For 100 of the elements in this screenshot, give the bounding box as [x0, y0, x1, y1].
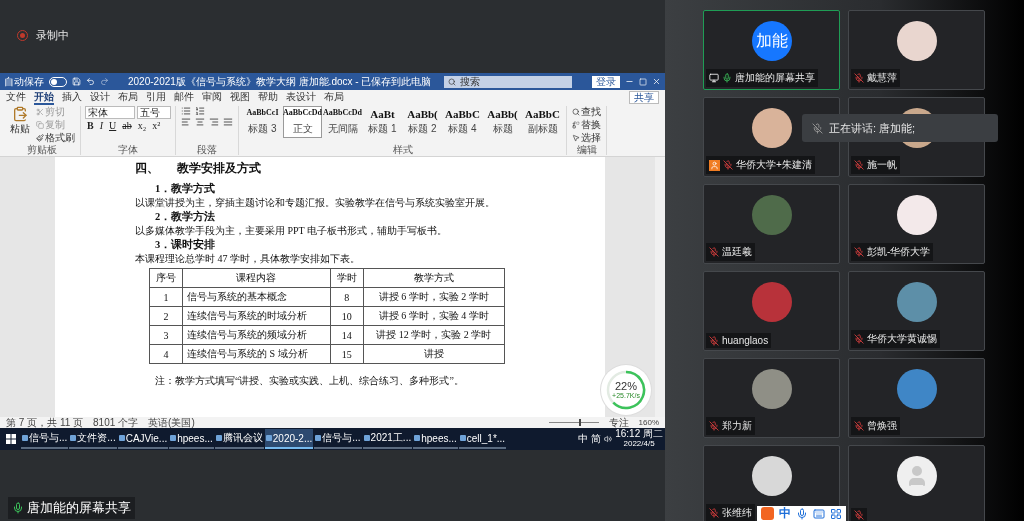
ime-indicator[interactable]: 中 — [578, 432, 589, 446]
search-icon — [572, 108, 580, 116]
voice-input-icon[interactable] — [796, 507, 808, 520]
group-label: 样式 — [391, 144, 414, 155]
ribbon-tab[interactable]: 表设计 — [286, 90, 316, 105]
paste-button[interactable]: 粘贴 — [8, 106, 32, 136]
search-field[interactable]: 搜索 — [444, 75, 573, 88]
italic-button[interactable]: I — [97, 120, 105, 132]
style-option[interactable]: AaBt 标题 1 — [363, 106, 402, 138]
style-option[interactable]: AaBb( 标题 — [483, 106, 522, 138]
replace-button[interactable]: 替换 — [571, 119, 602, 131]
clipboard-icon — [12, 106, 28, 122]
select-button[interactable]: 选择 — [571, 132, 602, 144]
align-center-icon[interactable] — [194, 117, 206, 127]
keyboard-icon[interactable] — [813, 507, 825, 520]
focus-button[interactable]: 专注 — [608, 417, 629, 428]
clock[interactable]: 16:12 周二 2022/4/5 — [615, 429, 663, 449]
close-icon[interactable] — [652, 77, 661, 86]
style-option[interactable]: AaBb( 标题 2 — [403, 106, 442, 138]
volume-icon[interactable] — [604, 435, 613, 443]
find-button[interactable]: 查找 — [571, 106, 602, 118]
ime-logo-icon[interactable] — [761, 507, 774, 520]
recording-label: 录制中 — [36, 28, 69, 43]
align-right-icon[interactable] — [208, 117, 220, 127]
subsection-title: 1．教学方式 — [155, 182, 217, 196]
share-name: 唐加能的屏幕共享 — [27, 499, 131, 517]
heading-number: 四、 — [135, 160, 159, 177]
ribbon-tab[interactable]: 视图 — [230, 90, 250, 105]
windows-logo-icon[interactable] — [6, 434, 16, 444]
taskbar-app[interactable]: hpees... — [413, 429, 458, 449]
bold-button[interactable]: B — [85, 120, 96, 132]
justify-icon[interactable] — [222, 117, 234, 127]
style-option[interactable]: AaBbCcDd 无间隔 — [323, 106, 362, 138]
ribbon-tab[interactable]: 布局 — [324, 90, 344, 105]
taskbar-app[interactable]: 文件资... — [69, 429, 117, 449]
format-painter-button[interactable]: 格式刷 — [35, 132, 76, 144]
mic-icon — [12, 502, 24, 514]
table-cell: 讲授 — [363, 344, 505, 364]
share-button[interactable]: 共享 — [629, 91, 659, 104]
table-cell: 10 — [330, 306, 364, 326]
undo-icon[interactable] — [86, 77, 95, 86]
ribbon-tab[interactable]: 引用 — [146, 90, 166, 105]
table-cell: 1 — [149, 287, 183, 307]
ribbon-tab[interactable]: 帮助 — [258, 90, 278, 105]
ribbon-tab[interactable]: 插入 — [62, 90, 82, 105]
table-cell: 4 — [149, 344, 183, 364]
zoom-level: 160% — [638, 417, 659, 428]
taskbar-app[interactable]: 腾讯会议 — [214, 429, 264, 449]
sign-in-button[interactable]: 登录 — [592, 75, 620, 88]
table-cell: 连续信号与系统的频域分析 — [182, 325, 331, 345]
taskbar-app[interactable]: cell_1*... — [458, 429, 507, 449]
save-icon[interactable] — [72, 77, 81, 86]
style-option[interactable]: AaBbC 标题 4 — [443, 106, 482, 138]
autosave-label: 自动保存 — [4, 76, 44, 87]
ribbon-tab[interactable]: 审阅 — [202, 90, 222, 105]
subscript-button[interactable]: x₂ — [135, 120, 149, 132]
table-header: 课程内容 — [182, 268, 331, 288]
language-status: 英语(美国) — [148, 417, 195, 428]
superscript-button[interactable]: x² — [150, 120, 163, 132]
group-label: 剪贴板 — [26, 144, 58, 155]
page-count: 第 7 页，共 11 页 — [6, 417, 84, 428]
participant-name: 唐加能的屏幕共享 — [735, 71, 815, 85]
paragraph: 以多媒体教学手段为主，主要采用 PPT 电子板书形式，辅助手写板书。 — [135, 224, 449, 238]
ribbon-tab[interactable]: 设计 — [90, 90, 110, 105]
font-name-field[interactable]: 宋体 — [85, 106, 135, 119]
group-label: 段落 — [196, 144, 218, 155]
maximize-icon[interactable] — [639, 77, 647, 86]
numbered-list-icon[interactable] — [194, 106, 206, 116]
group-label: 编辑 — [575, 144, 598, 155]
taskbar-app[interactable]: 信号与... — [21, 429, 69, 449]
ime-mode[interactable]: 简 — [591, 432, 602, 446]
speaking-text: 正在讲话: 唐加能; — [829, 120, 916, 136]
style-option[interactable]: AaBbCcI 标题 3 — [243, 106, 282, 138]
ribbon-tab[interactable]: 邮件 — [174, 90, 194, 105]
participant-name: 温廷羲 — [722, 245, 752, 259]
ribbon-tab[interactable]: 布局 — [118, 90, 138, 105]
taskbar-app[interactable]: 2020-2... — [264, 429, 314, 449]
mic-muted-icon — [812, 122, 823, 134]
align-left-icon[interactable] — [180, 117, 192, 127]
font-size-field[interactable]: 五号 — [137, 106, 171, 119]
percent-text: 22% — [615, 381, 637, 392]
ime-mode[interactable]: 中 — [779, 505, 791, 521]
table-note: 注：教学方式填写“讲授、实验或实践、上机、综合练习、多种形式”。 — [155, 374, 465, 388]
taskbar-app[interactable]: hpees... — [169, 429, 214, 449]
taskbar-app[interactable]: 信号与... — [314, 429, 362, 449]
ribbon-tab[interactable]: 文件 — [6, 90, 26, 105]
taskbar-app[interactable]: 2021工... — [362, 429, 413, 449]
style-option[interactable]: AaBbC 副标题 — [523, 106, 562, 138]
style-option[interactable]: AaBbCcDd 正文 — [283, 106, 322, 138]
participant-name: 戴慧萍 — [867, 71, 897, 85]
redo-icon[interactable] — [100, 77, 109, 86]
paintbrush-icon — [36, 134, 44, 142]
pointer-icon — [572, 134, 580, 142]
taskbar-app[interactable]: CAJVie... — [117, 429, 169, 449]
strikethrough-button[interactable]: ab — [120, 120, 134, 132]
table-header: 序号 — [149, 268, 183, 288]
grid-icon[interactable] — [830, 507, 842, 520]
bullet-list-icon[interactable] — [180, 106, 192, 116]
table-cell: 8 — [330, 287, 364, 307]
underline-button[interactable]: U — [107, 120, 119, 132]
